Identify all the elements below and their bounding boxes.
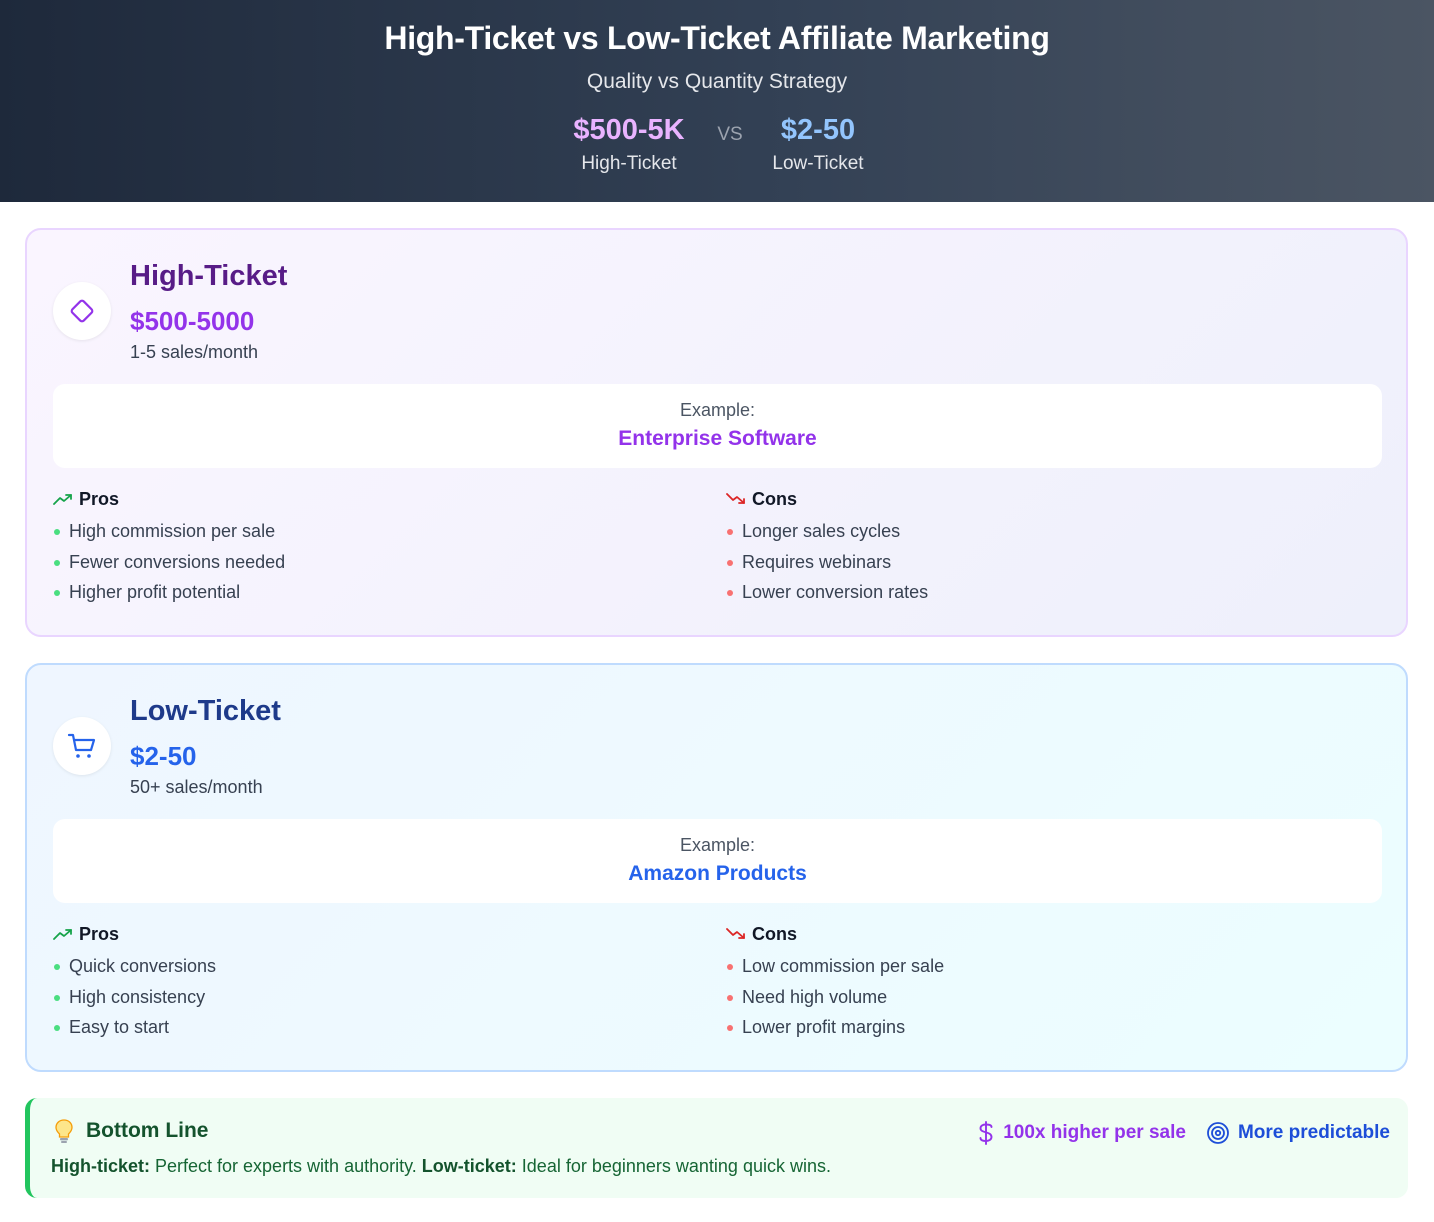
- low-ticket-stat: $2-50 Low-Ticket: [758, 114, 878, 175]
- pros-heading: Pros: [53, 923, 216, 945]
- low-ticket-frequency: 50+ sales/month: [130, 777, 263, 797]
- low-ticket-icon-badge: [53, 717, 111, 775]
- list-item: Requires webinars: [726, 551, 928, 582]
- example-value: Enterprise Software: [618, 427, 817, 450]
- high-ticket-summary-label: High-ticket:: [51, 1156, 150, 1176]
- bullet-dot: [727, 994, 733, 1001]
- high-ticket-frequency: 1-5 sales/month: [130, 342, 259, 362]
- high-ticket-stat-label: High-Ticket: [581, 153, 677, 174]
- bullet-dot: [54, 964, 60, 970]
- list-item: Lower conversion rates: [726, 581, 928, 612]
- bottom-line-heading: Bottom Line: [54, 1118, 208, 1144]
- pros-heading: Pros: [53, 488, 285, 510]
- bullet-dot: [54, 559, 60, 566]
- low-ticket-stat-value: $2-50: [780, 114, 856, 146]
- bullet-dot: [54, 1025, 60, 1031]
- bottom-line-title: Bottom Line: [86, 1119, 209, 1142]
- bullet-dot: [727, 529, 733, 535]
- diamond-icon: [70, 299, 94, 323]
- predictable-label: More predictable: [1237, 1122, 1390, 1143]
- vs-separator: VS: [717, 124, 743, 145]
- bullet-dot: [727, 964, 733, 970]
- list-item: High commission per sale: [53, 520, 285, 551]
- list-item: Longer sales cycles: [726, 520, 928, 551]
- page-subtitle: Quality vs Quantity Strategy: [586, 70, 848, 93]
- low-ticket-summary-label: Low-ticket:: [421, 1156, 517, 1176]
- list-item: Fewer conversions needed: [53, 551, 285, 582]
- bullet-dot: [54, 590, 60, 596]
- bottom-line-panel: Bottom Line High-ticket: Perfect for exp…: [25, 1098, 1408, 1198]
- high-ticket-title: High-Ticket: [130, 260, 288, 292]
- cons-heading: Cons: [726, 488, 928, 510]
- trending-down-icon: [726, 928, 745, 939]
- page-title: High-Ticket vs Low-Ticket Affiliate Mark…: [384, 20, 1050, 56]
- list-item: Easy to start: [53, 1016, 216, 1047]
- cons-heading: Cons: [726, 923, 944, 945]
- shopping-cart-icon: [67, 733, 96, 758]
- bullet-dot: [727, 1025, 733, 1031]
- low-ticket-example: Example: Amazon Products: [53, 819, 1382, 903]
- low-ticket-cons: Cons Low commission per sale Need high v…: [726, 923, 944, 1047]
- bottom-line-tags: 100x higher per sale More predictable: [977, 1120, 1390, 1146]
- predictable-tag: More predictable: [1206, 1121, 1390, 1145]
- high-ticket-summary-text: Perfect for experts with authority.: [150, 1156, 422, 1176]
- high-ticket-pros: Pros High commission per sale Fewer conv…: [53, 488, 285, 612]
- low-ticket-summary-text: Ideal for beginners wanting quick wins.: [516, 1156, 831, 1176]
- list-item: Need high volume: [726, 986, 944, 1017]
- bullet-dot: [727, 559, 733, 566]
- dollar-icon: [979, 1121, 993, 1145]
- example-value: Amazon Products: [628, 862, 807, 885]
- example-label: Example:: [679, 400, 756, 420]
- lightbulb-icon: [55, 1119, 73, 1143]
- low-ticket-stat-label: Low-Ticket: [772, 153, 864, 174]
- low-ticket-card: Low-Ticket $2-50 50+ sales/month Example…: [25, 663, 1408, 1072]
- list-item: Higher profit potential: [53, 581, 285, 612]
- list-item: Quick conversions: [53, 955, 216, 986]
- high-ticket-price: $500-5000: [130, 306, 255, 336]
- high-ticket-cons: Cons Longer sales cycles Requires webina…: [726, 488, 928, 612]
- list-item: Lower profit margins: [726, 1016, 944, 1047]
- bottom-line-summary: High-ticket: Perfect for experts with au…: [51, 1156, 831, 1177]
- trending-up-icon: [53, 929, 72, 940]
- cons-title: Cons: [752, 923, 797, 944]
- bullet-dot: [727, 590, 733, 596]
- list-item: Low commission per sale: [726, 955, 944, 986]
- high-ticket-stat-value: $500-5K: [573, 114, 685, 146]
- low-ticket-price: $2-50: [130, 741, 197, 771]
- target-icon: [1207, 1122, 1229, 1144]
- trending-down-icon: [726, 493, 745, 504]
- bullet-dot: [54, 994, 60, 1001]
- bullet-dot: [54, 529, 60, 535]
- list-item: High consistency: [53, 986, 216, 1017]
- higher-per-sale-label: 100x higher per sale: [1003, 1122, 1186, 1143]
- pros-title: Pros: [79, 488, 120, 509]
- cons-title: Cons: [752, 488, 797, 509]
- low-ticket-title: Low-Ticket: [130, 695, 281, 727]
- high-ticket-example: Example: Enterprise Software: [53, 384, 1382, 468]
- hero-header: High-Ticket vs Low-Ticket Affiliate Mark…: [0, 0, 1434, 202]
- trending-up-icon: [53, 494, 72, 505]
- pros-title: Pros: [79, 923, 120, 944]
- high-ticket-icon-badge: [53, 282, 111, 340]
- high-ticket-stat: $500-5K High-Ticket: [548, 114, 710, 175]
- higher-per-sale-tag: 100x higher per sale: [977, 1120, 1186, 1146]
- high-ticket-card: High-Ticket $500-5000 1-5 sales/month Ex…: [25, 228, 1408, 637]
- example-label: Example:: [679, 835, 756, 855]
- low-ticket-pros: Pros Quick conversions High consistency …: [53, 923, 216, 1047]
